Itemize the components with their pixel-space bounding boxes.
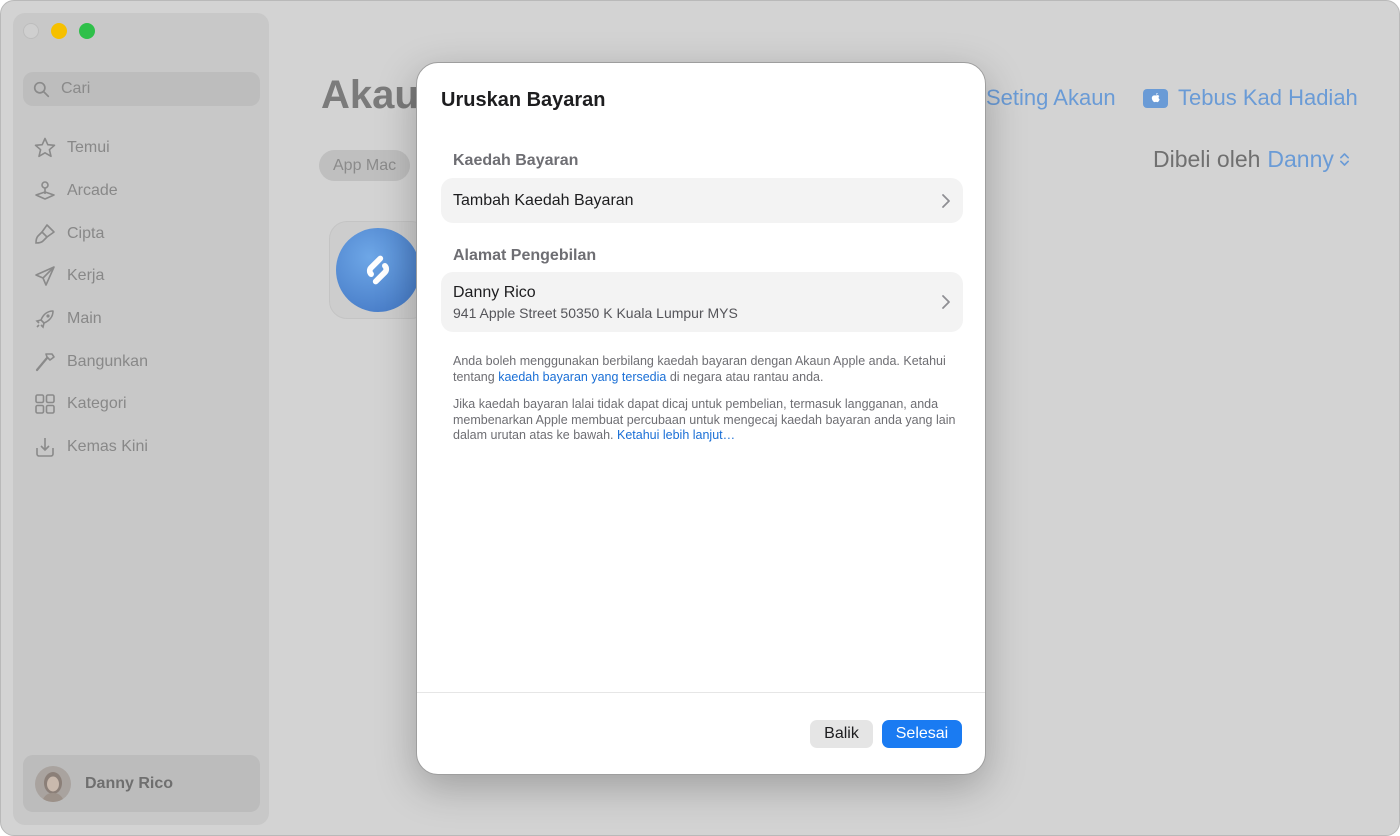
manage-payments-dialog: Uruskan Bayaran Kaedah Bayaran Tambah Ka… <box>416 62 986 775</box>
billing-address-heading: Alamat Pengebilan <box>453 247 597 264</box>
rocket-icon <box>35 310 54 329</box>
redeem-gift-card-link[interactable]: Tebus Kad Hadiah <box>1143 85 1358 111</box>
chevron-right-icon <box>942 295 950 309</box>
sidebar-item-kerja[interactable]: Kerja <box>23 255 260 298</box>
star-icon <box>34 138 56 158</box>
zoom-window-button[interactable] <box>79 23 95 39</box>
sidebar-item-label: Kemas Kini <box>67 438 148 456</box>
chevron-right-icon <box>942 193 950 208</box>
sidebar-item-label: Arcade <box>67 182 118 200</box>
sidebar-item-bangunkan[interactable]: Bangunkan <box>23 340 260 383</box>
purchased-by-prefix: Dibeli oleh <box>1153 146 1261 172</box>
joystick-icon <box>35 181 55 200</box>
footer-divider <box>417 692 985 693</box>
chevron-updown-icon <box>1339 153 1349 166</box>
sidebar-item-label: Temui <box>67 139 110 157</box>
sidebar-item-label: Kerja <box>67 267 105 285</box>
sidebar-item-label: Bangunkan <box>67 352 148 370</box>
account-button[interactable]: Danny Rico <box>23 755 260 812</box>
redeem-label: Tebus Kad Hadiah <box>1178 85 1358 110</box>
learn-more-link[interactable]: Ketahui lebih lanjut… <box>617 428 735 442</box>
sidebar-item-cipta[interactable]: Cipta <box>23 212 260 255</box>
account-settings-link[interactable]: Seting Akaun <box>986 85 1116 111</box>
minimize-window-button[interactable] <box>51 23 67 39</box>
sidebar-item-arcade[interactable]: Arcade <box>23 170 260 213</box>
shazam-app-icon[interactable] <box>336 228 420 312</box>
paintbrush-icon <box>35 223 55 244</box>
user-name: Danny Rico <box>85 774 174 792</box>
billing-address-row[interactable]: Danny Rico 941 Apple Street 50350 K Kual… <box>441 272 963 332</box>
search-placeholder: Cari <box>61 80 91 97</box>
sidebar-item-label: Kategori <box>67 395 127 413</box>
tab-app-mac[interactable]: App Mac <box>319 150 411 181</box>
sidebar-item-label: Main <box>67 310 102 328</box>
back-button[interactable]: Balik <box>810 720 873 748</box>
add-payment-method-row[interactable]: Tambah Kaedah Bayaran <box>441 178 963 223</box>
avatar <box>35 765 71 802</box>
grid-icon <box>35 394 55 415</box>
done-button[interactable]: Selesai <box>882 720 962 748</box>
search-icon <box>33 81 50 97</box>
paperplane-icon <box>35 266 55 287</box>
purchased-by-name: Danny <box>1267 146 1334 172</box>
available-payment-methods-link[interactable]: kaedah bayaran yang tersedia <box>498 370 666 384</box>
hammer-icon <box>35 352 55 371</box>
purchased-by-selector[interactable]: Dibeli oleh Danny <box>1153 146 1350 173</box>
close-window-button[interactable] <box>23 23 39 39</box>
sidebar-item-kemas-kini[interactable]: Kemas Kini <box>23 426 260 469</box>
gift-card-icon <box>1143 88 1168 108</box>
payment-method-heading: Kaedah Bayaran <box>453 152 579 169</box>
dialog-title: Uruskan Bayaran <box>441 89 606 111</box>
sidebar-item-temui[interactable]: Temui <box>23 127 260 170</box>
billing-name: Danny Rico <box>453 283 536 301</box>
sidebar-item-label: Cipta <box>67 224 105 242</box>
add-payment-method-label: Tambah Kaedah Bayaran <box>453 191 634 209</box>
sidebar-item-main[interactable]: Main <box>23 298 260 341</box>
sidebar-item-kategori[interactable]: Kategori <box>23 383 260 426</box>
sidebar-nav: Temui Arcade Cipta Kerja Main Bangunkan … <box>23 127 260 469</box>
search-input[interactable]: Cari <box>23 72 260 106</box>
billing-address: 941 Apple Street 50350 K Kuala Lumpur MY… <box>453 304 738 321</box>
payment-methods-note: Anda boleh menggunakan berbilang kaedah … <box>453 354 963 385</box>
app-store-window: Cari Temui Arcade Cipta Kerja Main Bangu… <box>0 0 1400 836</box>
download-tray-icon <box>36 438 54 457</box>
note-text: di negara atau rantau anda. <box>666 369 824 384</box>
default-payment-note: Jika kaedah bayaran lalai tidak dapat di… <box>453 397 963 444</box>
